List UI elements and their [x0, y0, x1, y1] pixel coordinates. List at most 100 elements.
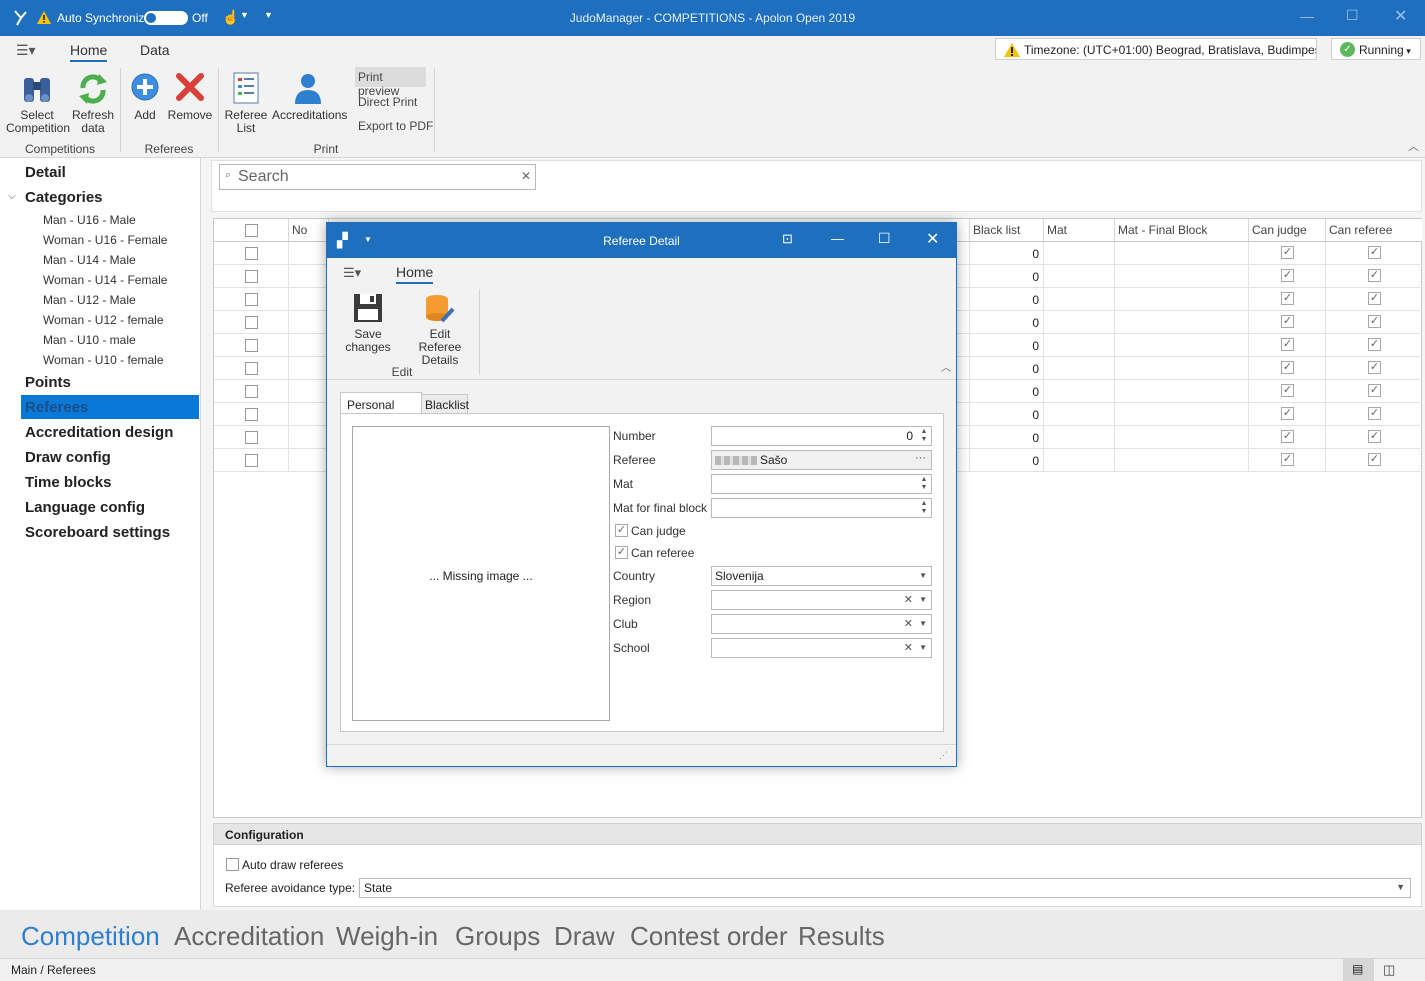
can-referee-checkbox[interactable]: ✓ — [1368, 384, 1381, 397]
header-black-list[interactable]: Black list — [970, 219, 1044, 242]
header-can-referee[interactable]: Can referee — [1326, 219, 1422, 242]
select-all-checkbox[interactable] — [245, 224, 258, 237]
maximize-button[interactable]: ☐ — [1346, 7, 1359, 24]
sidebar-category-item[interactable]: Woman - U14 - Female — [43, 273, 167, 287]
refresh-data-button[interactable]: Refresh data — [70, 72, 116, 135]
can-referee-checkbox[interactable]: ✓ — [1368, 292, 1381, 305]
sidebar-category-item[interactable]: Woman - U10 - female — [43, 353, 164, 367]
can-referee-checkbox[interactable]: ✓ — [1368, 246, 1381, 259]
row-select-checkbox[interactable] — [245, 431, 258, 444]
nav-competition[interactable]: Competition — [21, 921, 160, 952]
direct-print-button[interactable]: Direct Print — [358, 95, 417, 109]
resize-grip-icon[interactable]: ⋰ — [939, 750, 948, 761]
dialog-maximize-button[interactable]: ☐ — [878, 230, 891, 247]
sidebar-item-draw-config[interactable]: Draw config — [25, 449, 111, 466]
can-judge-checkbox[interactable]: ✓ — [1281, 407, 1294, 420]
dialog-pin-icon[interactable]: ⊡ — [782, 231, 793, 247]
row-select-checkbox[interactable] — [245, 293, 258, 306]
app-menu-icon[interactable]: ☰▾ — [16, 42, 36, 59]
can-judge-checkbox[interactable]: ✓ — [1281, 338, 1294, 351]
nav-contest-order[interactable]: Contest order — [630, 921, 788, 952]
can-referee-checkbox[interactable]: ✓ — [1368, 430, 1381, 443]
clear-icon[interactable]: ✕ — [904, 641, 913, 654]
timezone-indicator[interactable]: Timezone: (UTC+01:00) Beograd, Bratislav… — [995, 38, 1317, 60]
row-select-checkbox[interactable] — [245, 385, 258, 398]
club-select[interactable]: ✕ ▼ — [711, 614, 932, 634]
can-referee-checkbox[interactable]: ✓ — [1368, 269, 1381, 282]
header-mat[interactable]: Mat — [1044, 219, 1115, 242]
select-competition-button[interactable]: Select Competition — [6, 72, 70, 135]
can-judge-checkbox[interactable]: ✓ — [1281, 453, 1294, 466]
close-button[interactable]: ✕ — [1394, 6, 1407, 26]
tab-data[interactable]: Data — [140, 42, 170, 58]
add-referee-button[interactable]: Add — [126, 72, 164, 122]
row-select-checkbox[interactable] — [245, 362, 258, 375]
dialog-minimize-button[interactable]: — — [831, 231, 844, 246]
mat-field[interactable]: ▲ ▼ — [711, 474, 932, 494]
can-referee-checkbox[interactable]: ✓ — [1368, 407, 1381, 420]
nav-groups[interactable]: Groups — [455, 921, 540, 952]
nav-accreditation[interactable]: Accreditation — [174, 921, 324, 952]
row-select-checkbox[interactable] — [245, 316, 258, 329]
sidebar-item-categories[interactable]: Categories — [25, 189, 103, 206]
can-referee-checkbox[interactable]: ✓ — [615, 546, 628, 559]
row-select-checkbox[interactable] — [245, 454, 258, 467]
referee-list-button[interactable]: Referee List — [222, 72, 270, 135]
region-select[interactable]: ✕ ▼ — [711, 590, 932, 610]
school-select[interactable]: ✕ ▼ — [711, 638, 932, 658]
row-select-checkbox[interactable] — [245, 408, 258, 421]
header-select-all[interactable] — [214, 219, 289, 242]
header-mat-final[interactable]: Mat - Final Block — [1115, 219, 1249, 242]
header-can-judge[interactable]: Can judge — [1249, 219, 1326, 242]
nav-draw[interactable]: Draw — [554, 921, 615, 952]
dialog-menu-icon[interactable]: ☰▾ — [343, 265, 361, 281]
referee-field[interactable]: Sašo ··· — [711, 450, 932, 470]
sidebar-item-accreditation-design[interactable]: Accreditation design — [25, 424, 173, 441]
can-judge-checkbox[interactable]: ✓ — [1281, 384, 1294, 397]
export-pdf-button[interactable]: Export to PDF — [358, 119, 433, 133]
referee-photo[interactable]: ... Missing image ... — [352, 426, 610, 721]
edit-referee-details-button[interactable]: Edit Referee Details — [407, 293, 473, 367]
sidebar-item-detail[interactable]: Detail — [25, 164, 66, 181]
sidebar-item-referees[interactable]: Referees — [21, 395, 199, 419]
nav-weigh-in[interactable]: Weigh-in — [336, 921, 438, 952]
spin-icon[interactable]: ▲ ▼ — [919, 500, 929, 516]
dialog-close-button[interactable]: ✕ — [926, 229, 939, 249]
save-changes-button[interactable]: Save changes — [333, 293, 403, 354]
can-referee-checkbox[interactable]: ✓ — [1368, 315, 1381, 328]
dialog-collapse-icon[interactable]: ︿ — [941, 359, 951, 374]
clear-icon[interactable]: ✕ — [904, 617, 913, 630]
print-preview-button[interactable]: Print preview — [355, 67, 426, 98]
sidebar-category-item[interactable]: Man - U16 - Male — [43, 213, 136, 227]
row-select-checkbox[interactable] — [245, 247, 258, 260]
remove-referee-button[interactable]: Remove — [166, 72, 214, 122]
can-referee-checkbox[interactable]: ✓ — [1368, 361, 1381, 374]
normal-view-button[interactable]: ▤ — [1343, 959, 1374, 981]
clear-icon[interactable]: ✕ — [904, 593, 913, 606]
spin-icon[interactable]: ▲ ▼ — [919, 476, 929, 492]
sidebar-category-item[interactable]: Woman - U12 - female — [43, 313, 164, 327]
can-judge-checkbox[interactable]: ✓ — [1281, 430, 1294, 443]
sidebar-item-language-config[interactable]: Language config — [25, 499, 145, 516]
number-field[interactable]: 0 ▲ ▼ — [711, 426, 932, 446]
tab-blacklist[interactable]: Blacklist — [421, 394, 469, 414]
status-indicator[interactable]: ✓ Running ▾ — [1331, 38, 1421, 60]
reading-view-button[interactable]: ◫ — [1383, 962, 1395, 978]
sidebar-category-item[interactable]: Man - U12 - Male — [43, 293, 136, 307]
chevron-down-icon[interactable]: ⌵ — [8, 191, 16, 202]
minimize-button[interactable]: — — [1300, 8, 1314, 24]
ellipsis-button[interactable]: ··· — [915, 452, 926, 464]
can-judge-checkbox[interactable]: ✓ — [615, 524, 628, 537]
can-judge-checkbox[interactable]: ✓ — [1281, 269, 1294, 282]
can-referee-checkbox[interactable]: ✓ — [1368, 453, 1381, 466]
sidebar-item-scoreboard-settings[interactable]: Scoreboard settings — [25, 524, 170, 541]
tab-home[interactable]: Home — [70, 42, 108, 62]
sidebar-item-points[interactable]: Points — [25, 374, 71, 391]
tab-personal-data[interactable]: Personal data — [340, 392, 422, 426]
auto-draw-checkbox[interactable] — [226, 858, 239, 871]
can-judge-checkbox[interactable]: ✓ — [1281, 292, 1294, 305]
accreditations-button[interactable]: Accreditations — [272, 72, 347, 122]
can-referee-checkbox[interactable]: ✓ — [1368, 338, 1381, 351]
row-select-checkbox[interactable] — [245, 339, 258, 352]
row-select-checkbox[interactable] — [245, 270, 258, 283]
